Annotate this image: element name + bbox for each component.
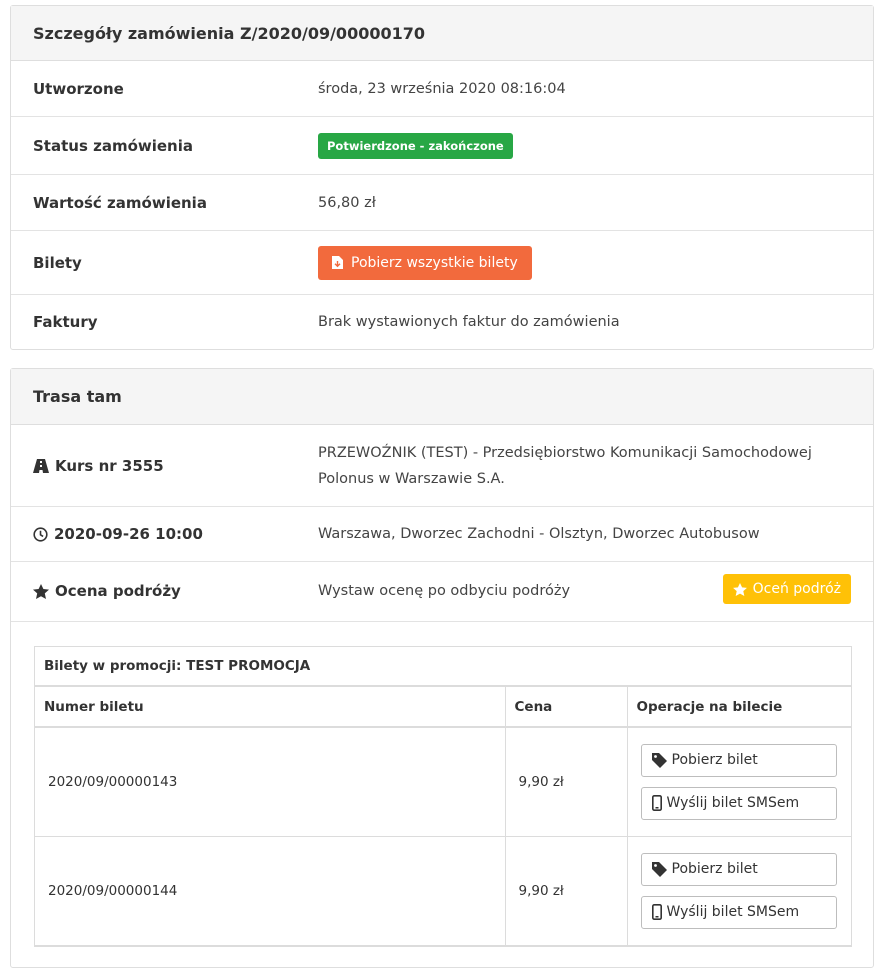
send-sms-label: Wyślij bilet SMSem bbox=[666, 904, 800, 920]
table-row: 2020/09/00000143 9,90 zł Pobierz bilet W… bbox=[35, 727, 851, 837]
clock-icon bbox=[33, 526, 48, 542]
status-badge: Potwierdzone - zakończone bbox=[318, 132, 513, 159]
mobile-phone-icon bbox=[651, 904, 662, 920]
rating-label-wrap: Ocena podróży bbox=[33, 578, 318, 600]
star-icon bbox=[33, 583, 49, 599]
rating-row: Ocena podróży Wystaw ocenę po odbyciu po… bbox=[11, 562, 873, 622]
amount-value: 56,80 zł bbox=[318, 194, 376, 211]
course-label: Kurs nr 3555 bbox=[55, 456, 164, 475]
download-all-tickets-label: Pobierz wszystkie bilety bbox=[351, 254, 518, 271]
order-details-title: Szczegóły zamówienia Z/2020/09/00000170 bbox=[11, 6, 873, 61]
tickets-table: Numer biletu Cena Operacje na bilecie 20… bbox=[35, 687, 851, 946]
tag-icon bbox=[651, 861, 667, 877]
column-header-number: Numer biletu bbox=[35, 687, 506, 728]
amount-row: Wartość zamówienia 56,80 zł bbox=[11, 175, 873, 231]
column-header-price: Cena bbox=[505, 687, 628, 728]
file-download-icon bbox=[332, 256, 343, 269]
ticket-number: 2020/09/00000143 bbox=[35, 727, 506, 837]
created-row: Utworzone środa, 23 września 2020 08:16:… bbox=[11, 61, 873, 117]
download-ticket-label: Pobierz bilet bbox=[671, 861, 758, 877]
ticket-number: 2020/09/00000144 bbox=[35, 836, 506, 946]
send-sms-label: Wyślij bilet SMSem bbox=[666, 795, 800, 812]
datetime-row: 2020-09-26 10:00 Warszawa, Dworzec Zacho… bbox=[11, 507, 873, 562]
order-details-card: Szczegóły zamówienia Z/2020/09/00000170 … bbox=[10, 5, 874, 350]
status-row: Status zamówienia Potwierdzone - zakończ… bbox=[11, 117, 873, 175]
send-sms-button[interactable]: Wyślij bilet SMSem bbox=[640, 895, 837, 929]
ticket-operations: Pobierz bilet Wyślij bilet SMSem bbox=[627, 836, 851, 946]
download-ticket-button[interactable]: Pobierz bilet bbox=[640, 743, 837, 777]
rating-value: Wystaw ocenę po odbyciu podróży bbox=[318, 583, 571, 599]
invoices-value: Brak wystawionych faktur do zamówienia bbox=[318, 314, 620, 330]
ticket-price: 9,90 zł bbox=[505, 836, 628, 946]
datetime-value: Warszawa, Dworzec Zachodni - Olsztyn, Dw… bbox=[318, 526, 760, 542]
download-ticket-button[interactable]: Pobierz bilet bbox=[640, 852, 837, 886]
tickets-label: Bilety bbox=[33, 253, 82, 272]
promo-title: Bilety w promocji: TEST PROMOCJA bbox=[35, 647, 851, 687]
created-label: Utworzone bbox=[33, 79, 124, 98]
ticket-operations: Pobierz bilet Wyślij bilet SMSem bbox=[627, 727, 851, 837]
table-row: 2020/09/00000144 9,90 zł Pobierz bilet W… bbox=[35, 836, 851, 946]
datetime-label-wrap: 2020-09-26 10:00 bbox=[33, 525, 318, 543]
tickets-row: Bilety Pobierz wszystkie bilety bbox=[11, 231, 873, 295]
course-value: PRZEWOŹNIK (TEST) - Przedsiębiorstwo Kom… bbox=[318, 444, 812, 487]
send-sms-button[interactable]: Wyślij bilet SMSem bbox=[640, 786, 837, 820]
datetime-label: 2020-09-26 10:00 bbox=[54, 525, 203, 543]
route-card: Trasa tam Kurs nr 3555 PRZEWOŹNIK (TEST)… bbox=[10, 368, 874, 968]
download-ticket-label: Pobierz bilet bbox=[671, 752, 758, 769]
bus-icon bbox=[33, 458, 49, 473]
download-all-tickets-button[interactable]: Pobierz wszystkie bilety bbox=[318, 245, 532, 280]
course-label-wrap: Kurs nr 3555 bbox=[33, 457, 318, 475]
created-value: środa, 23 września 2020 08:16:04 bbox=[318, 80, 566, 97]
rate-trip-label: Oceń podróż bbox=[752, 581, 841, 597]
table-header-row: Numer biletu Cena Operacje na bilecie bbox=[35, 687, 851, 728]
invoices-row: Faktury Brak wystawionych faktur do zamó… bbox=[11, 295, 873, 349]
status-label: Status zamówienia bbox=[33, 136, 193, 155]
invoices-label: Faktury bbox=[33, 313, 98, 331]
rate-trip-button[interactable]: Oceń podróż bbox=[722, 574, 851, 604]
rating-label: Ocena podróży bbox=[55, 582, 181, 600]
star-icon bbox=[732, 582, 747, 596]
ticket-price: 9,90 zł bbox=[505, 727, 628, 837]
tag-icon bbox=[651, 752, 667, 768]
column-header-operations: Operacje na bilecie bbox=[627, 687, 851, 728]
amount-label: Wartość zamówienia bbox=[33, 193, 207, 212]
route-title: Trasa tam bbox=[11, 369, 873, 425]
course-row: Kurs nr 3555 PRZEWOŹNIK (TEST) - Przedsi… bbox=[11, 425, 873, 507]
mobile-phone-icon bbox=[651, 795, 662, 812]
promo-tickets-panel: Bilety w promocji: TEST PROMOCJA Numer b… bbox=[34, 646, 852, 947]
